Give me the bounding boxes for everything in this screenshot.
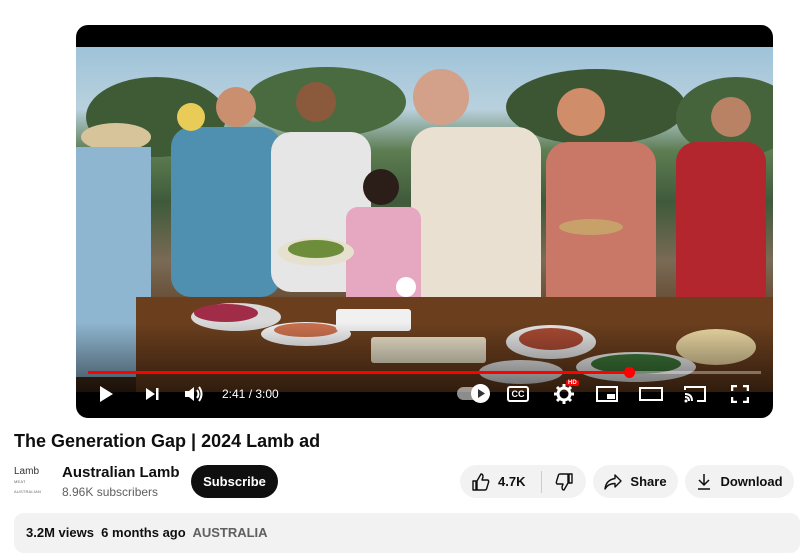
fullscreen-icon [731, 385, 749, 403]
controls-gradient [76, 322, 773, 392]
time-current: 2:41 [222, 387, 246, 401]
time-separator: / [245, 387, 256, 401]
download-icon [698, 473, 711, 490]
settings-icon [554, 384, 574, 404]
channel-logo-text: Lamb [14, 466, 40, 477]
dislike-button[interactable] [542, 465, 586, 498]
upload-age: 6 months ago [101, 525, 186, 540]
thumbs-up-icon [472, 472, 490, 491]
thumbs-down-icon [555, 472, 573, 491]
description-box[interactable]: 3.2M views 6 months ago AUSTRALIA [14, 513, 800, 553]
description-meta: 3.2M views 6 months ago AUSTRALIA [26, 525, 268, 540]
like-count: 4.7K [498, 474, 526, 489]
download-label: Download [720, 474, 783, 489]
captions-button[interactable]: CC [506, 382, 530, 406]
like-button[interactable]: 4.7K [460, 465, 529, 498]
time-total: 3:00 [255, 387, 279, 401]
view-count: 3.2M views [26, 525, 94, 540]
share-button[interactable]: Share [593, 465, 678, 498]
progress-scrubber[interactable] [624, 367, 635, 378]
like-dislike-group: 4.7K [460, 465, 586, 498]
channel-name[interactable]: Australian Lamb [62, 464, 180, 481]
hd-badge: HD [566, 380, 579, 386]
channel-logo[interactable]: Lamb MEAT AUSTRALIAN [14, 466, 50, 495]
volume-button[interactable] [182, 382, 206, 406]
captions-icon: CC [507, 386, 529, 402]
share-icon [604, 473, 623, 490]
theater-mode-button[interactable] [638, 382, 664, 406]
autoplay-toggle[interactable] [457, 384, 490, 403]
miniplayer-icon [596, 386, 618, 402]
fullscreen-button[interactable] [727, 382, 753, 406]
video-title: The Generation Gap | 2024 Lamb ad [14, 431, 321, 451]
play-icon [100, 386, 113, 402]
cast-icon [684, 386, 706, 403]
theater-mode-icon [639, 387, 663, 401]
channel-logo-subtext: MEAT AUSTRALIAN [14, 479, 42, 494]
cast-button[interactable] [682, 382, 708, 406]
video-player[interactable]: 2:41 / 3:00 CC HD [76, 25, 773, 418]
progress-bar[interactable] [88, 367, 761, 378]
video-frame[interactable] [76, 47, 773, 392]
time-display: 2:41 / 3:00 [222, 387, 279, 401]
subscribe-button[interactable]: Subscribe [191, 465, 278, 498]
next-button[interactable] [140, 382, 164, 406]
subscriber-count: 8.96K subscribers [62, 485, 159, 499]
miniplayer-button[interactable] [594, 382, 620, 406]
progress-played [88, 371, 629, 374]
download-button[interactable]: Download [685, 465, 794, 498]
autoplay-toggle-icon [471, 384, 490, 403]
share-label: Share [630, 474, 667, 489]
volume-icon [185, 386, 203, 402]
play-button[interactable] [94, 382, 118, 406]
location-tag[interactable]: AUSTRALIA [192, 525, 267, 540]
next-icon [146, 388, 159, 400]
